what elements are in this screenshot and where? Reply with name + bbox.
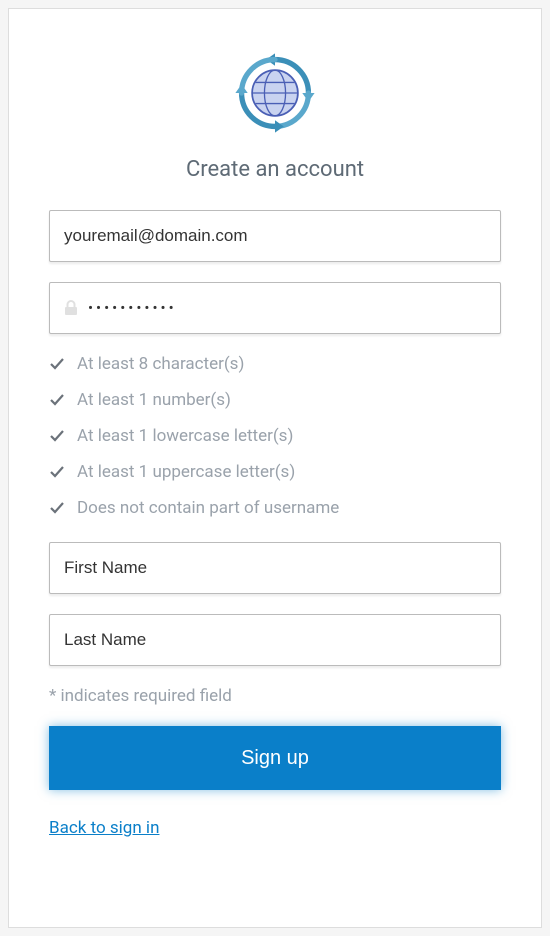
password-field-wrap[interactable]: ••••••••••• [49,282,501,334]
check-icon [49,500,65,516]
rule-text: At least 8 character(s) [77,354,244,374]
check-icon [49,392,65,408]
rule-item: At least 1 number(s) [49,390,501,410]
password-masked-value: ••••••••••• [88,299,177,317]
signup-card: Create an account ••••••••••• At least 8… [8,8,542,928]
email-field-wrap[interactable] [49,210,501,262]
rule-text: At least 1 lowercase letter(s) [77,426,293,446]
check-icon [49,464,65,480]
firstname-input[interactable] [64,558,486,578]
check-icon [49,356,65,372]
back-to-signin-link[interactable]: Back to sign in [49,818,159,838]
check-icon [49,428,65,444]
signup-button[interactable]: Sign up [49,726,501,790]
logo-wrap [49,49,501,137]
rule-item: Does not contain part of username [49,498,501,518]
lock-icon [64,300,78,316]
page-title: Create an account [49,157,501,182]
firstname-field-wrap[interactable] [49,542,501,594]
rule-text: Does not contain part of username [77,498,339,518]
lastname-field-wrap[interactable] [49,614,501,666]
password-rules-list: At least 8 character(s) At least 1 numbe… [49,354,501,518]
required-hint: * indicates required field [49,686,501,706]
rule-text: At least 1 uppercase letter(s) [77,462,295,482]
rule-item: At least 1 lowercase letter(s) [49,426,501,446]
rule-item: At least 1 uppercase letter(s) [49,462,501,482]
lastname-input[interactable] [64,630,486,650]
globe-arrows-logo-icon [231,49,319,137]
rule-item: At least 8 character(s) [49,354,501,374]
email-input[interactable] [64,226,486,246]
rule-text: At least 1 number(s) [77,390,231,410]
